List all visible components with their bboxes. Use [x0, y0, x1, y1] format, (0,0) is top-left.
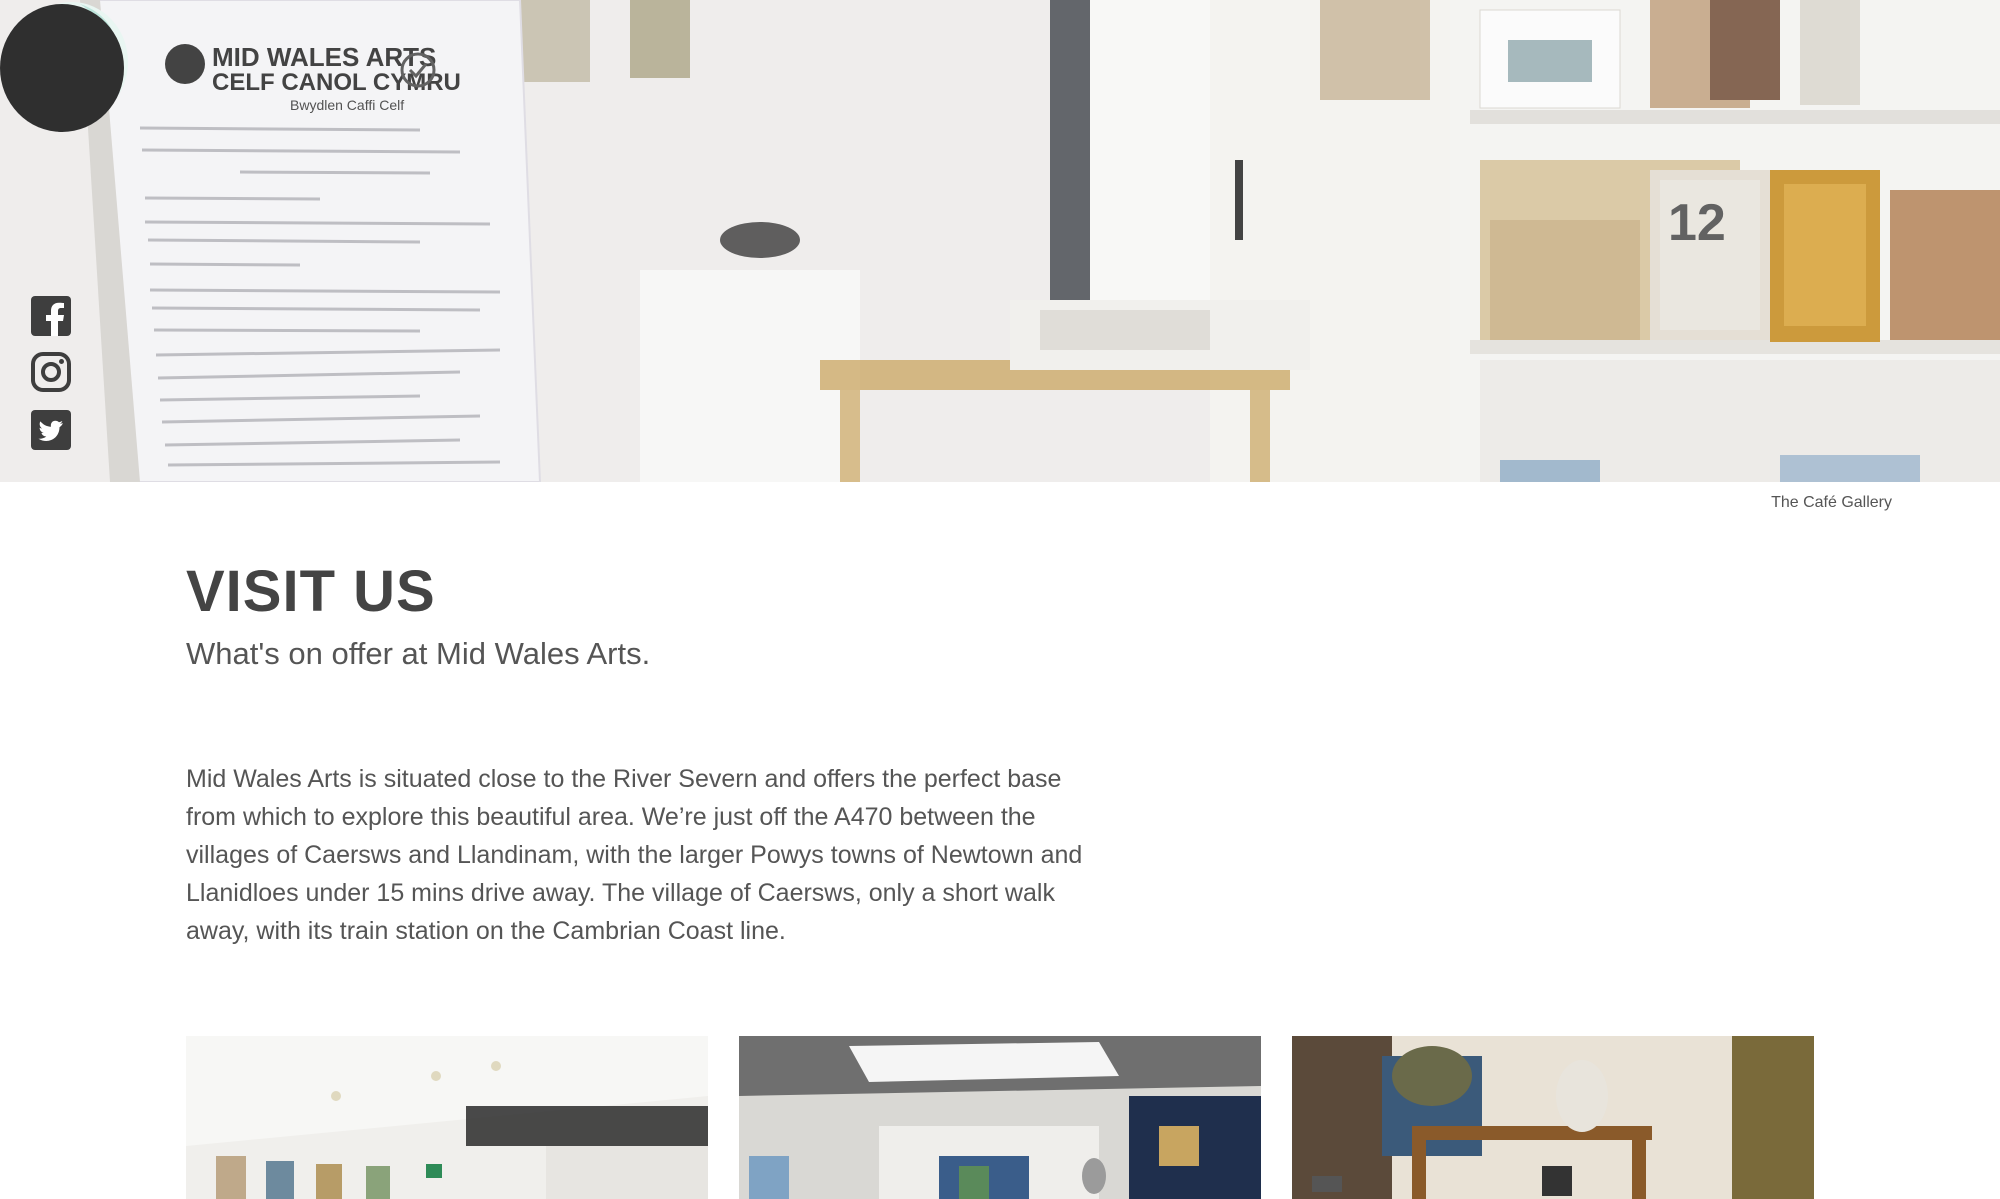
site-logo[interactable] — [0, 0, 128, 132]
gallery-thumbnails — [186, 1036, 1814, 1199]
facebook-icon[interactable] — [31, 296, 71, 336]
gallery-thumbnail-2[interactable] — [739, 1036, 1261, 1199]
page: MID WALES ARTS CELF CANOL CYMRU Bwydlen … — [0, 0, 2000, 1199]
page-title: VISIT US — [186, 559, 436, 624]
twitter-icon[interactable] — [31, 410, 71, 450]
page-subtitle: What's on offer at Mid Wales Arts. — [186, 636, 651, 671]
cafe-gallery-photo: MID WALES ARTS CELF CANOL CYMRU Bwydlen … — [0, 0, 2000, 482]
intro-paragraph: Mid Wales Arts is situated close to the … — [186, 765, 1083, 945]
instagram-icon[interactable] — [31, 352, 71, 392]
gallery-thumbnail-1[interactable] — [186, 1036, 708, 1199]
hero-image: MID WALES ARTS CELF CANOL CYMRU Bwydlen … — [0, 0, 2000, 482]
gallery-thumbnail-3[interactable] — [1292, 1036, 1814, 1199]
hero-caption: The Café Gallery — [1771, 494, 1892, 511]
